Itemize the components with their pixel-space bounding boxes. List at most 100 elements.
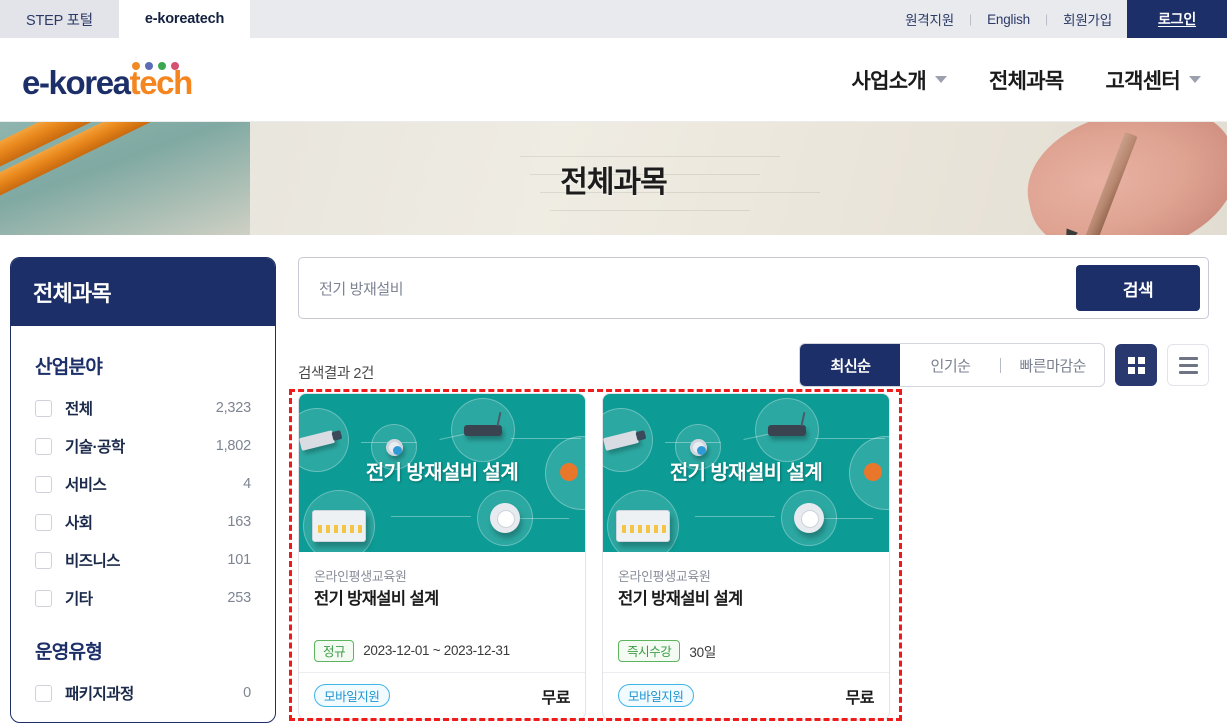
sidebar-group-title-industry: 산업분야 bbox=[35, 357, 103, 378]
nav-item-business-intro[interactable]: 사업소개 bbox=[852, 65, 948, 95]
main-column: 검색 검색결과 2건 최신순 인기순 빠른마감순 bbox=[289, 257, 1209, 724]
course-card[interactable]: 전기 방재설비 설계 온라인평생교육원 전기 방재설비 설계 즉시수강 30일 … bbox=[602, 393, 890, 720]
electric-panel-icon bbox=[616, 510, 670, 542]
thumb-node-smoke-detector bbox=[477, 490, 533, 546]
filter-count: 1,802 bbox=[215, 438, 251, 454]
filter-row-package-course[interactable]: 패키지과정 0 bbox=[33, 674, 253, 712]
filter-count: 101 bbox=[227, 552, 251, 568]
site-tab-step-portal[interactable]: STEP 포털 bbox=[0, 0, 119, 38]
page-content: 전체과목 산업분야 전체 2,323 기술·공학 1,802 서비스 4 사회 bbox=[0, 235, 1227, 724]
course-price: 무료 bbox=[845, 689, 875, 707]
filter-count: 163 bbox=[227, 514, 251, 530]
sort-tab-popular[interactable]: 인기순 bbox=[900, 344, 1000, 386]
filter-row-all[interactable]: 전체 2,323 bbox=[33, 389, 253, 427]
checkbox-icon[interactable] bbox=[35, 475, 52, 493]
filter-row-service[interactable]: 서비스 4 bbox=[33, 465, 253, 503]
course-thumbnail: 전기 방재설비 설계 bbox=[603, 394, 889, 552]
checkbox-icon[interactable] bbox=[35, 589, 52, 607]
remote-support-label: 원격지원 bbox=[905, 13, 954, 28]
sort-tab-label: 인기순 bbox=[930, 357, 971, 375]
course-card-body: 온라인평생교육원 전기 방재설비 설계 정규 2023-12-01 ~ 2023… bbox=[299, 552, 585, 672]
course-results-region: 전기 방재설비 설계 온라인평생교육원 전기 방재설비 설계 정규 2023-1… bbox=[289, 389, 1209, 721]
site-tab-label: STEP 포털 bbox=[26, 12, 93, 29]
site-tab-label: e-koreatech bbox=[144, 11, 225, 27]
top-utility-bar: STEP 포털 e-koreatech 원격지원 | English | 회원가… bbox=[0, 0, 1227, 38]
course-type-badge: 즉시수강 bbox=[618, 639, 681, 662]
course-card-body: 온라인평생교육원 전기 방재설비 설계 즉시수강 30일 bbox=[603, 552, 889, 672]
english-label: English bbox=[987, 11, 1030, 27]
thumb-node-smoke-detector bbox=[781, 490, 837, 546]
toolbar-right-group: 최신순 인기순 빠른마감순 bbox=[799, 343, 1209, 387]
nav-item-all-courses[interactable]: 전체과목 bbox=[989, 65, 1064, 95]
sort-tab-closing-soon[interactable]: 빠른마감순 bbox=[1001, 344, 1104, 386]
filter-label: 기타 bbox=[65, 591, 93, 608]
filter-count: 253 bbox=[227, 590, 251, 606]
thumb-node-modem bbox=[755, 398, 819, 462]
checkbox-icon[interactable] bbox=[35, 437, 52, 455]
english-link[interactable]: English bbox=[972, 0, 1045, 38]
result-count: 검색결과 2건 bbox=[298, 366, 374, 382]
site-tab-ekoreatech[interactable]: e-koreatech bbox=[118, 0, 251, 38]
filter-label: 서비스 bbox=[65, 477, 107, 494]
site-header: e-koreatech 사업소개 전체과목 고객센터 bbox=[0, 38, 1227, 122]
filter-label: 비즈니스 bbox=[65, 553, 121, 570]
filter-count: 2,323 bbox=[215, 400, 251, 416]
filter-label: 기술·공학 bbox=[65, 439, 125, 456]
sort-tab-newest[interactable]: 최신순 bbox=[800, 344, 901, 386]
modem-icon bbox=[768, 424, 806, 436]
search-input[interactable] bbox=[299, 279, 1076, 297]
course-card-footer: 모바일지원 무료 bbox=[603, 671, 889, 719]
course-card[interactable]: 전기 방재설비 설계 온라인평생교육원 전기 방재설비 설계 정규 2023-1… bbox=[298, 393, 586, 720]
webcam-icon bbox=[689, 438, 707, 456]
logo-text-part1: e-korea bbox=[22, 63, 131, 101]
filter-label: 전체 bbox=[65, 401, 93, 418]
search-bar: 검색 bbox=[298, 257, 1209, 319]
list-view-button[interactable] bbox=[1167, 344, 1209, 386]
logo-text-part2: tech bbox=[129, 63, 194, 101]
search-button[interactable]: 검색 bbox=[1076, 265, 1200, 311]
checkbox-icon[interactable] bbox=[35, 551, 52, 569]
cctv-camera-icon bbox=[299, 429, 336, 451]
sort-tab-label: 빠른마감순 bbox=[1019, 357, 1086, 375]
filter-row-etc[interactable]: 기타 253 bbox=[33, 579, 253, 617]
course-thumbnail: 전기 방재설비 설계 bbox=[299, 394, 585, 552]
cctv-camera-icon bbox=[603, 429, 640, 451]
course-card-footer: 모바일지원 무료 bbox=[299, 671, 585, 719]
filter-label: 사회 bbox=[65, 515, 93, 532]
nav-item-customer-center[interactable]: 고객센터 bbox=[1106, 65, 1201, 95]
course-type-badge: 정규 bbox=[314, 639, 355, 662]
course-title: 전기 방재설비 설계 bbox=[618, 590, 743, 608]
checkbox-icon[interactable] bbox=[35, 684, 52, 702]
sidebar-body: 산업분야 전체 2,323 기술·공학 1,802 서비스 4 사회 163 비… bbox=[11, 326, 275, 722]
course-meta-row: 정규 2023-12-01 ~ 2023-12-31 bbox=[314, 639, 570, 662]
chevron-down-icon bbox=[1189, 76, 1201, 83]
login-label: 로그인 bbox=[1157, 11, 1197, 27]
results-toolbar: 검색결과 2건 최신순 인기순 빠른마감순 bbox=[298, 341, 1209, 387]
logo[interactable]: e-koreatech bbox=[14, 50, 274, 110]
list-icon bbox=[1178, 356, 1198, 374]
filter-count: 0 bbox=[243, 685, 251, 701]
course-card-list: 전기 방재설비 설계 온라인평생교육원 전기 방재설비 설계 정규 2023-1… bbox=[298, 393, 1209, 720]
signup-label: 회원가입 bbox=[1063, 13, 1112, 28]
course-duration: 30일 bbox=[689, 644, 716, 660]
thumbnail-title: 전기 방재설비 설계 bbox=[365, 462, 519, 484]
remote-support-link[interactable]: 원격지원 bbox=[890, 0, 969, 38]
filter-row-society[interactable]: 사회 163 bbox=[33, 503, 253, 541]
login-button[interactable]: 로그인 bbox=[1127, 0, 1227, 38]
signup-link[interactable]: 회원가입 bbox=[1048, 0, 1127, 38]
course-price: 무료 bbox=[541, 689, 571, 707]
grid-view-button[interactable] bbox=[1115, 344, 1157, 386]
main-navigation: 사업소개 전체과목 고객센터 bbox=[852, 65, 1209, 95]
sidebar-title: 전체과목 bbox=[11, 258, 275, 326]
webcam-icon bbox=[385, 438, 403, 456]
filter-row-tech-engineering[interactable]: 기술·공학 1,802 bbox=[33, 427, 253, 465]
filter-label: 패키지과정 bbox=[65, 686, 134, 703]
checkbox-icon[interactable] bbox=[35, 399, 52, 417]
top-links-group: 원격지원 | English | 회원가입 로그인 bbox=[890, 0, 1227, 38]
thumb-node-panel bbox=[303, 490, 375, 552]
sort-tab-group: 최신순 인기순 빠른마감순 bbox=[799, 343, 1105, 387]
thumb-node-panel bbox=[607, 490, 679, 552]
filter-row-business[interactable]: 비즈니스 101 bbox=[33, 541, 253, 579]
checkbox-icon[interactable] bbox=[35, 513, 52, 531]
nav-label: 고객센터 bbox=[1105, 69, 1181, 93]
